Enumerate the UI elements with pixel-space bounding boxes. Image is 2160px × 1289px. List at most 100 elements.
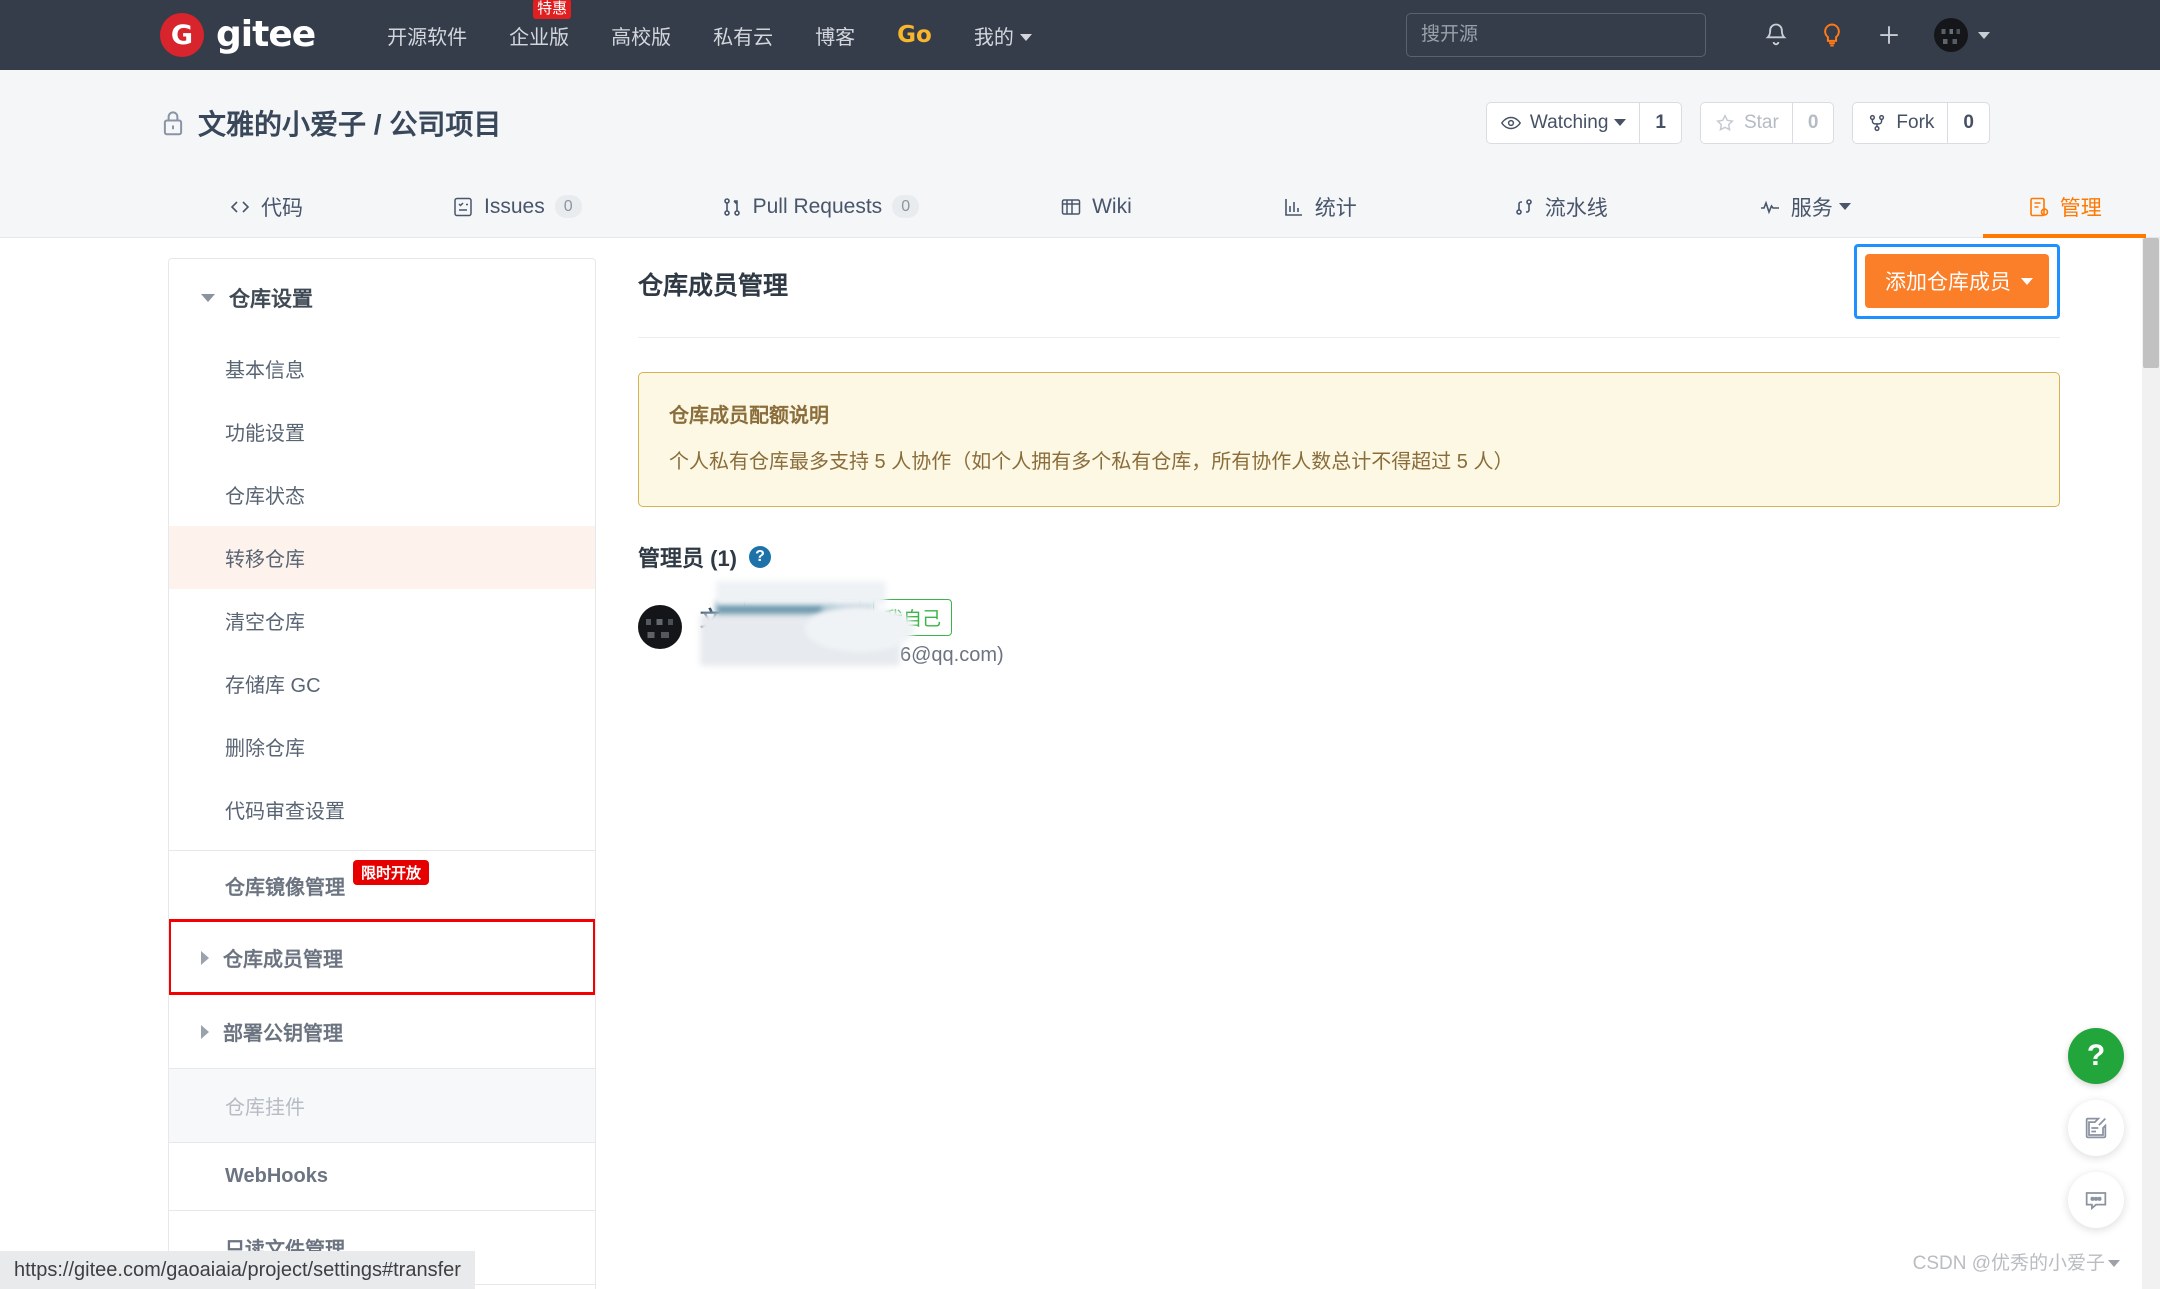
fork-button[interactable]: Fork 0	[1852, 101, 1990, 144]
nav-link-go[interactable]: Go	[897, 22, 932, 48]
add-member-label: 添加仓库成员	[1885, 271, 2011, 294]
manage-icon	[2029, 197, 2049, 216]
sidebar-item-basic-info[interactable]: 基本信息	[169, 337, 595, 400]
code-icon	[230, 200, 250, 213]
nav-link-label: 企业版	[509, 26, 570, 49]
floating-action-buttons: ?	[2068, 1028, 2124, 1244]
sidebar-item-delete-repo[interactable]: 删除仓库	[169, 715, 595, 778]
member-email-text: 6@qq.com)	[900, 644, 1004, 666]
feedback-fab-button[interactable]	[2068, 1100, 2124, 1156]
chevron-down-icon	[1838, 203, 1851, 210]
star-count[interactable]: 0	[1791, 102, 1834, 143]
sidebar-group-label: 仓库设置	[229, 288, 313, 311]
question-icon: ?	[2086, 1039, 2106, 1072]
chevron-down-icon	[1614, 119, 1627, 126]
global-search	[1406, 13, 1706, 57]
top-nav-links: 开源软件 特惠 企业版 高校版 私有云 博客 Go 我的	[387, 0, 1074, 50]
repository-actions: Watching 1 Star 0 Fork 0	[1468, 101, 1990, 144]
sidebar-item-storage-gc[interactable]: 存储库 GC	[169, 652, 595, 715]
sidebar-item-mirror-management[interactable]: 仓库镜像管理 限时开放	[169, 850, 595, 920]
tab-pull-requests[interactable]: Pull Requests 0	[710, 175, 929, 238]
tab-label: Pull Requests	[752, 194, 883, 218]
main-panel: 仓库成员管理 添加仓库成员 仓库成员配额说明 个人私有仓库最多支持 5 人协作（…	[638, 244, 2060, 667]
question-icon[interactable]: ?	[749, 546, 772, 568]
nav-link-private-cloud[interactable]: 私有云	[713, 21, 773, 50]
help-fab-button[interactable]: ?	[2068, 1028, 2124, 1084]
eye-icon	[1500, 116, 1521, 129]
chevron-right-icon	[201, 1024, 209, 1039]
chevron-down-icon	[2108, 1260, 2120, 1267]
lightbulb-icon[interactable]	[1818, 21, 1846, 49]
sidebar-item-feature-settings[interactable]: 功能设置	[169, 400, 595, 463]
sidebar-item-deploy-key-management[interactable]: 部署公钥管理	[169, 994, 595, 1068]
watermark-text: CSDN @优秀的小爱子	[1912, 1253, 2105, 1274]
alert-title: 仓库成员配额说明	[669, 405, 829, 427]
fork-icon	[1870, 114, 1885, 131]
promo-badge: 特惠	[533, 0, 572, 20]
sidebar-item-label: 清空仓库	[225, 612, 305, 634]
gitee-logo[interactable]: G gitee	[160, 13, 316, 57]
tab-count: 0	[892, 194, 920, 219]
gitee-wordmark: gitee	[216, 14, 316, 55]
fork-count[interactable]: 0	[1947, 102, 1989, 143]
member-info: 文: 仓库拥有者 我自己 xxxxxxxxxxxxxxxxxxxx6@qq.co…	[700, 580, 1004, 667]
nav-link-enterprise[interactable]: 特惠 企业版	[509, 0, 572, 50]
nav-link-label: 博客	[815, 26, 856, 49]
fork-label: Fork	[1896, 111, 1935, 133]
sidebar-group-repo-settings[interactable]: 仓库设置	[169, 259, 595, 337]
tab-label: Issues	[484, 194, 545, 218]
nav-link-mine[interactable]: 我的	[974, 21, 1032, 50]
chevron-down-icon	[201, 294, 215, 302]
fork-segment[interactable]: Fork	[1853, 103, 1947, 143]
scrollbar-thumb[interactable]	[2143, 238, 2159, 368]
sidebar-item-label: 仓库状态	[225, 486, 305, 508]
repository-header: 文雅的小爱子 / 公司项目 Watching 1 Star 0 Fork 0	[0, 70, 2160, 175]
sidebar-item-label: 存储库 GC	[225, 675, 321, 697]
avatar[interactable]	[638, 605, 682, 649]
avatar-chevron-down-icon[interactable]	[1978, 31, 1990, 39]
tab-statistics[interactable]: 统计	[1272, 175, 1367, 238]
sidebar-item-repo-status[interactable]: 仓库状态	[169, 463, 595, 526]
scrollbar-track[interactable]	[2142, 238, 2160, 1289]
add-member-button[interactable]: 添加仓库成员	[1865, 254, 2049, 308]
plus-icon[interactable]	[1874, 20, 1904, 50]
sidebar-item-code-review-settings[interactable]: 代码审查设置	[169, 778, 595, 850]
sidebar-item-label: 仓库挂件	[225, 1097, 305, 1119]
sidebar-item-clear-repo[interactable]: 清空仓库	[169, 589, 595, 652]
chat-fab-button[interactable]	[2068, 1172, 2124, 1228]
star-button[interactable]: Star 0	[1699, 101, 1835, 144]
watch-button[interactable]: Watching 1	[1485, 101, 1682, 144]
star-segment[interactable]: Star	[1701, 103, 1792, 143]
tab-wiki[interactable]: Wiki	[1049, 175, 1142, 238]
sidebar-item-member-management[interactable]: 仓库成员管理	[169, 919, 595, 995]
nav-link-label: 私有云	[713, 26, 774, 49]
chat-bubble-icon	[2085, 1192, 2107, 1211]
nav-link-education[interactable]: 高校版	[611, 21, 671, 50]
tab-label: 统计	[1314, 196, 1357, 220]
tab-count: 0	[554, 194, 582, 219]
add-member-highlight-box: 添加仓库成员	[1854, 244, 2060, 319]
star-label: Star	[1743, 111, 1779, 133]
avatar[interactable]	[1934, 18, 1968, 52]
search-input[interactable]	[1406, 13, 1706, 57]
watch-segment[interactable]: Watching	[1487, 103, 1639, 143]
watch-count[interactable]: 1	[1639, 102, 1681, 143]
redaction-overlay	[716, 580, 886, 605]
bell-icon[interactable]	[1762, 21, 1790, 49]
nav-link-label: 开源软件	[387, 26, 468, 49]
tab-service[interactable]: 服务	[1748, 175, 1861, 238]
tab-label: 服务	[1790, 196, 1833, 220]
nav-link-blog[interactable]: 博客	[815, 21, 855, 50]
sidebar-item-webhooks[interactable]: WebHooks	[169, 1142, 595, 1210]
tab-code[interactable]: 代码	[218, 175, 313, 238]
page-title[interactable]: 文雅的小爱子 / 公司项目	[198, 103, 501, 143]
top-nav-icons	[1734, 18, 1990, 52]
tab-manage[interactable]: 管理	[1982, 175, 2146, 238]
pipeline-icon	[1515, 198, 1532, 215]
sidebar-item-label: 仓库成员管理	[223, 949, 343, 971]
sidebar-item-transfer-repo[interactable]: 转移仓库	[169, 526, 595, 589]
tab-pipeline[interactable]: 流水线	[1502, 175, 1618, 238]
tab-issues[interactable]: Issues 0	[441, 175, 592, 238]
nav-link-opensource[interactable]: 开源软件	[387, 21, 467, 50]
nav-link-label: 我的	[973, 26, 1014, 49]
